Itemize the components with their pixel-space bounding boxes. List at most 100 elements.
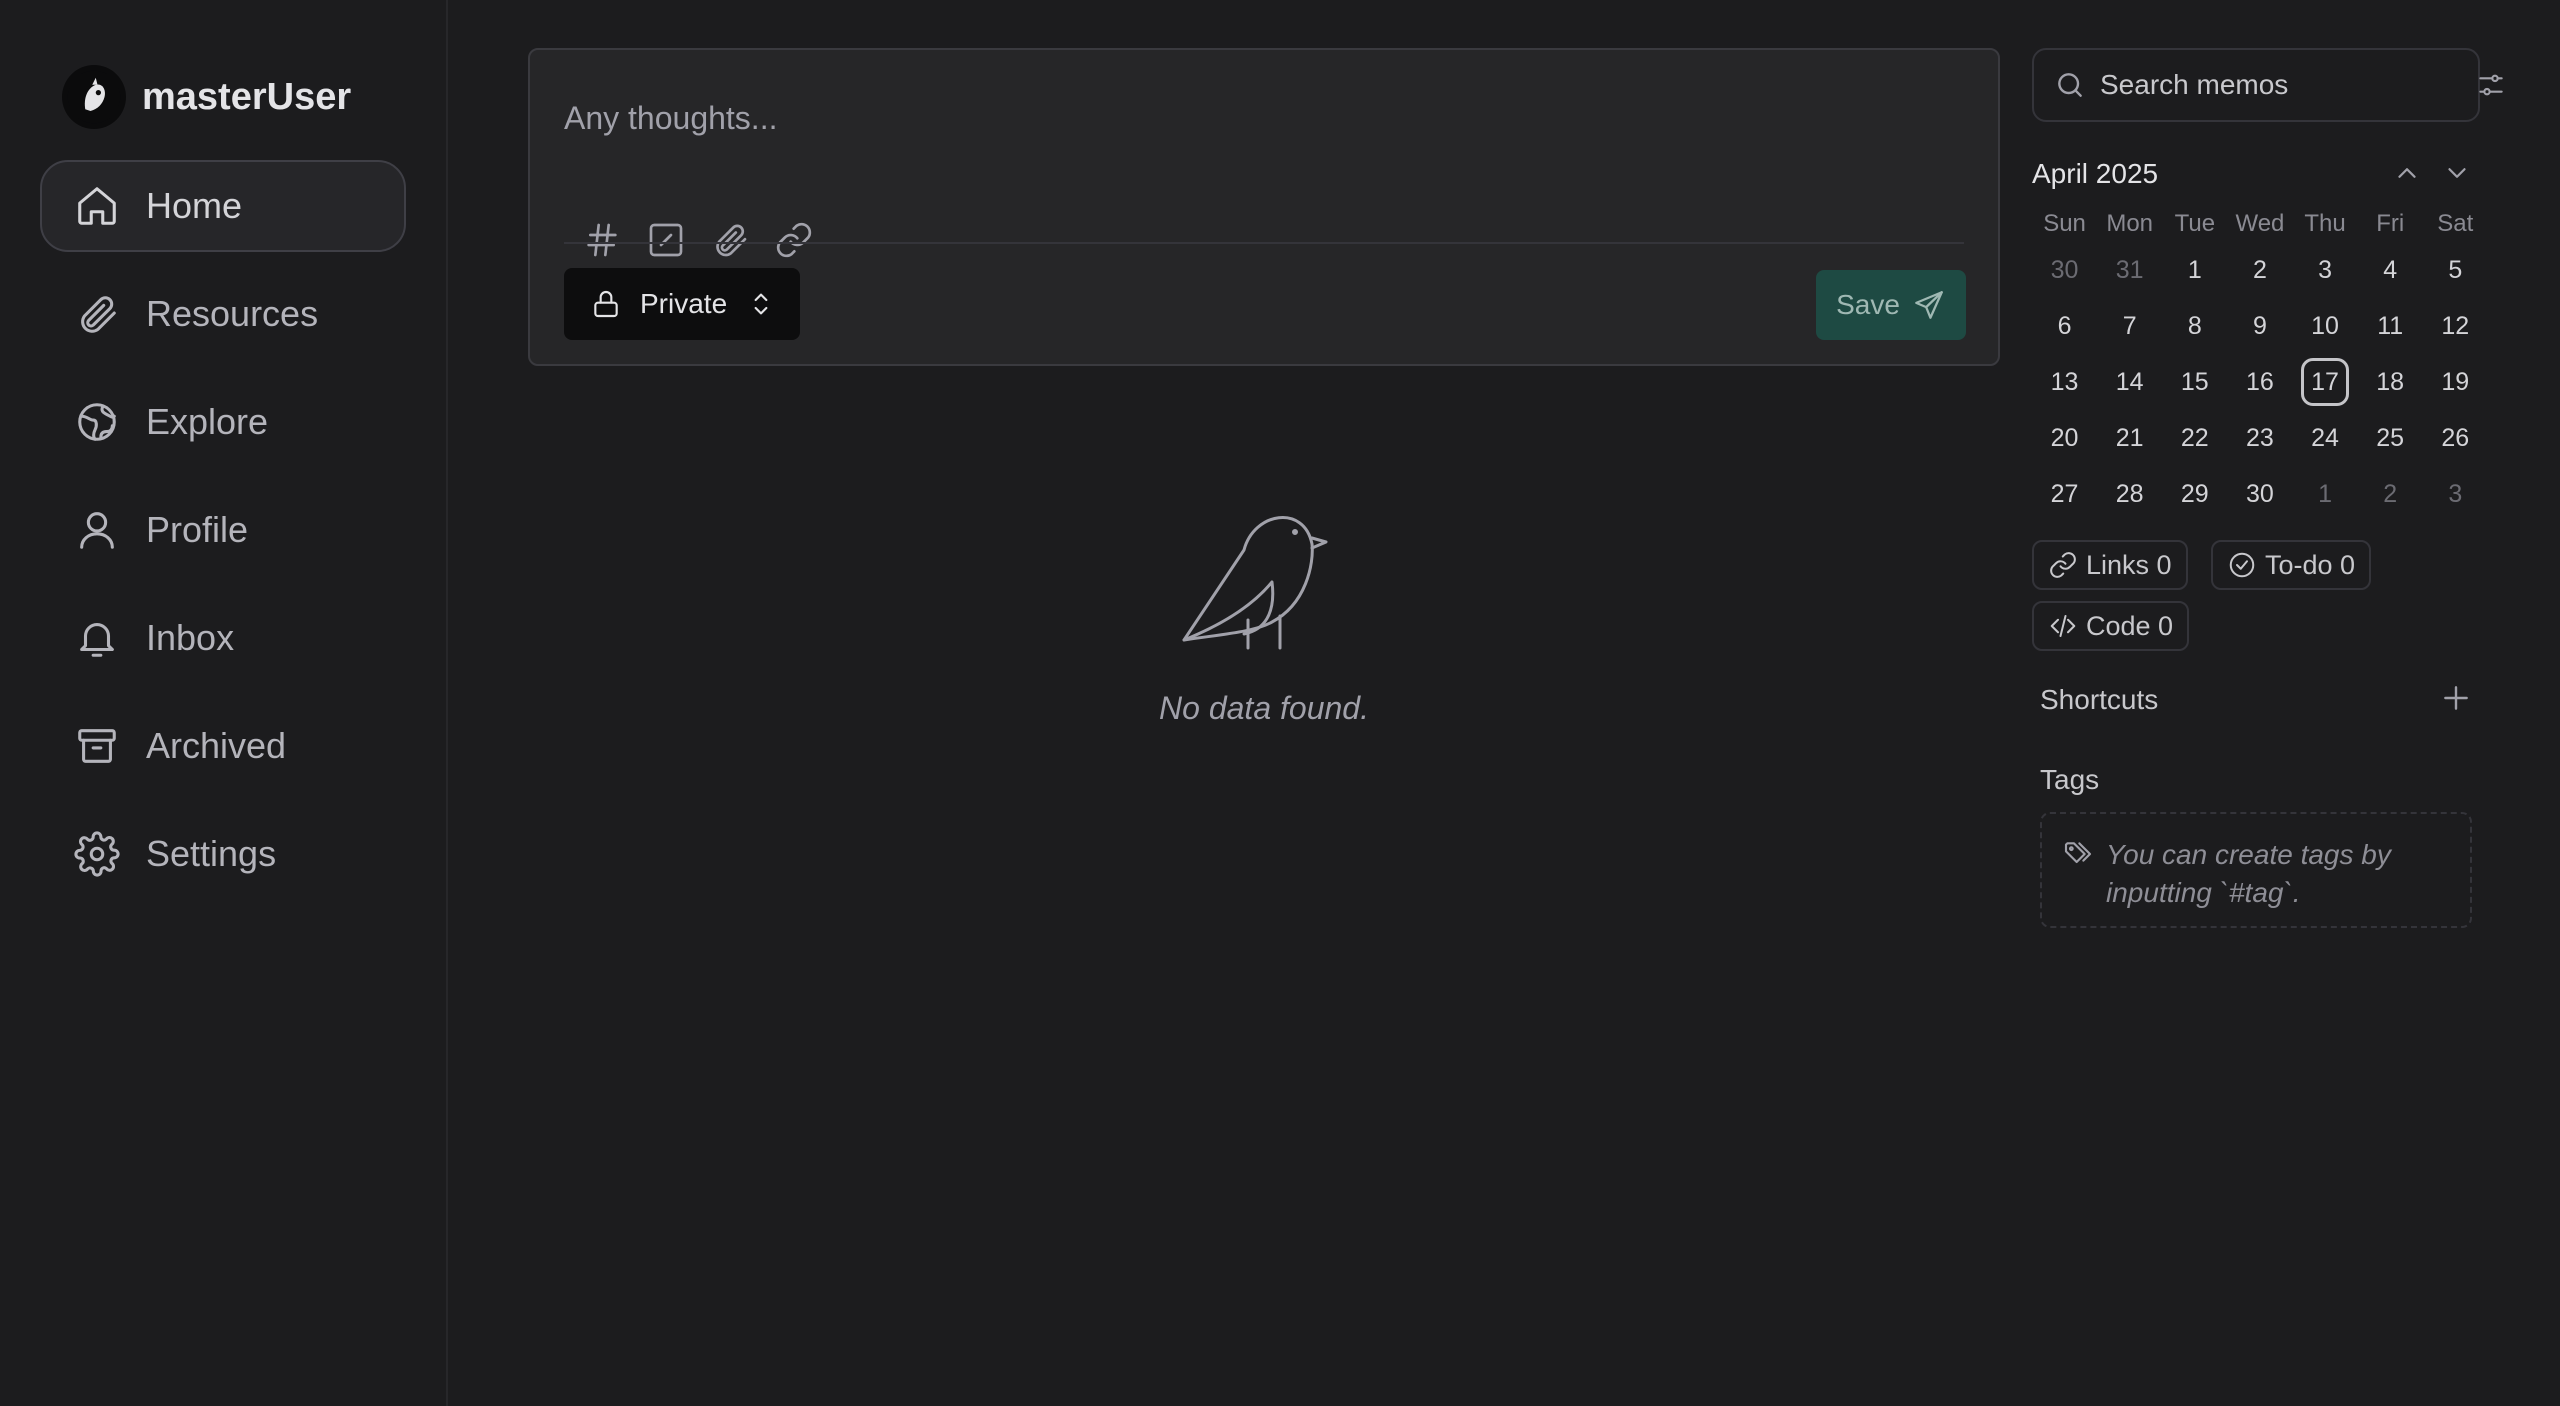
sidebar-item-inbox[interactable]: Inbox [40, 592, 406, 684]
code-stat-label: Code 0 [2086, 610, 2174, 641]
calendar-day[interactable]: 27 [2032, 466, 2097, 522]
calendar-day[interactable]: 31 [2097, 242, 2162, 298]
sidebar-item-label: Archived [146, 725, 287, 766]
calendar-day-label: 16 [2246, 367, 2274, 396]
calendar-day-label: 19 [2441, 367, 2470, 396]
search-input[interactable] [2100, 69, 2461, 101]
todo-stat[interactable]: To-do 0 [2211, 540, 2372, 590]
calendar-day-label: 3 [2448, 479, 2463, 508]
calendar-day[interactable]: 20 [2032, 410, 2097, 466]
calendar-day[interactable]: 30 [2032, 242, 2097, 298]
paperclip-icon[interactable] [708, 218, 752, 262]
bird-logo-icon [67, 70, 121, 124]
calendar-day[interactable]: 15 [2162, 354, 2227, 410]
link-icon[interactable] [772, 218, 816, 262]
calendar-day[interactable]: 5 [2423, 242, 2488, 298]
calendar-day[interactable]: 18 [2358, 354, 2423, 410]
code-icon [2050, 615, 2076, 637]
calendar-days: 30 31 1 2 3 4 5 6 7 8 9 10 11 12 13 14 15 16 17 18 19 20 21 22 2… [2032, 242, 2488, 522]
calendar-day-label: 23 [2246, 423, 2274, 452]
weekday-label: Sat [2437, 210, 2474, 237]
editor-toolbar [580, 218, 816, 262]
calendar-day[interactable]: 3 [2293, 242, 2358, 298]
chevron-down-icon[interactable] [2440, 156, 2474, 190]
calendar-week: 20 21 22 23 24 25 26 [2032, 410, 2488, 466]
filter-icon[interactable] [2475, 69, 2507, 101]
weekday-label: Tue [2174, 210, 2216, 237]
sidebar-item-label: Inbox [146, 617, 235, 658]
add-shortcut-button[interactable] [2438, 680, 2474, 716]
sidebar-item-label: Explore [146, 401, 269, 442]
visibility-select[interactable]: Private [564, 268, 800, 340]
sidebar: masterUser Home Resources Explore Profil… [0, 0, 448, 1406]
calendar-day[interactable]: 28 [2097, 466, 2162, 522]
calendar-day[interactable]: 26 [2423, 410, 2488, 466]
sidebar-item-resources[interactable]: Resources [40, 268, 406, 360]
calendar-day[interactable]: 29 [2162, 466, 2227, 522]
calendar-day-label: 12 [2441, 311, 2470, 340]
calendar-day[interactable]: 3 [2423, 466, 2488, 522]
calendar-day-label: 30 [2050, 255, 2079, 284]
calendar-day[interactable]: 24 [2293, 410, 2358, 466]
calendar-day[interactable]: 1 [2162, 242, 2227, 298]
weekday-label: Sun [2043, 210, 2086, 237]
hash-icon[interactable] [580, 218, 624, 262]
user-icon [80, 512, 114, 549]
calendar-day[interactable]: 25 [2358, 410, 2423, 466]
calendar-day[interactable]: 1 [2293, 466, 2358, 522]
check-circle-icon [2229, 552, 2255, 578]
calendar-day-label: 22 [2180, 423, 2209, 452]
calendar-grid: Sun Mon Tue Wed Thu Fri Sat 30 31 1 2 3 4 5 6 7 8 9 10 11 1… [2032, 206, 2488, 522]
sidebar-item-label: Settings [146, 833, 277, 874]
chevron-up-icon[interactable] [2390, 156, 2424, 190]
save-button[interactable]: Save [1816, 270, 1966, 340]
calendar-day-label: 30 [2246, 479, 2274, 508]
checkbox-icon[interactable] [644, 218, 688, 262]
calendar-day[interactable]: 8 [2162, 298, 2227, 354]
calendar-day[interactable]: 4 [2358, 242, 2423, 298]
calendar-day-today[interactable]: 17 [2293, 354, 2358, 410]
calendar-day[interactable]: 23 [2227, 410, 2292, 466]
calendar-day-label: 27 [2050, 479, 2079, 508]
save-label: Save [1836, 289, 1900, 320]
calendar-day-label: 18 [2376, 367, 2405, 396]
sidebar-nav: Home Resources Explore Profile Inbox Arc… [40, 160, 406, 916]
calendar-day[interactable]: 21 [2097, 410, 2162, 466]
calendar-day-label: 2 [2252, 255, 2267, 284]
calendar-day[interactable]: 7 [2097, 298, 2162, 354]
sidebar-item-profile[interactable]: Profile [40, 484, 406, 576]
calendar-week: 6 7 8 9 10 11 12 [2032, 298, 2488, 354]
tags-empty-box: You can create tags by inputting `#tag`. [2040, 812, 2472, 928]
calendar-title: April 2025 [2032, 158, 2159, 189]
calendar-day[interactable]: 2 [2227, 242, 2292, 298]
calendar-day[interactable]: 14 [2097, 354, 2162, 410]
calendar-day[interactable]: 22 [2162, 410, 2227, 466]
calendar-day-label: 20 [2050, 423, 2079, 452]
sidebar-item-explore[interactable]: Explore [40, 376, 406, 468]
sidebar-item-settings[interactable]: Settings [40, 808, 406, 900]
calendar-day-label: 10 [2311, 311, 2339, 340]
bell-icon [80, 623, 114, 657]
memo-input[interactable] [564, 100, 1964, 137]
calendar-day[interactable]: 2 [2358, 466, 2423, 522]
code-stat[interactable]: Code 0 [2032, 601, 2190, 651]
calendar-day[interactable]: 9 [2227, 298, 2292, 354]
calendar-week: 13 14 15 16 17 18 19 [2032, 354, 2488, 410]
calendar-week: 30 31 1 2 3 4 5 [2032, 242, 2488, 298]
calendar-day[interactable]: 11 [2358, 298, 2423, 354]
links-stat[interactable]: Links 0 [2032, 540, 2188, 590]
calendar-day[interactable]: 30 [2227, 466, 2292, 522]
lock-icon [594, 291, 618, 318]
calendar-day-label: 26 [2441, 423, 2470, 452]
sidebar-item-home[interactable]: Home [40, 160, 406, 252]
calendar-day[interactable]: 13 [2032, 354, 2097, 410]
calendar-day[interactable]: 19 [2423, 354, 2488, 410]
sidebar-item-archived[interactable]: Archived [40, 700, 406, 792]
home-icon [78, 187, 116, 225]
calendar-day[interactable]: 12 [2423, 298, 2488, 354]
calendar-day[interactable]: 6 [2032, 298, 2097, 354]
calendar-day[interactable]: 10 [2293, 298, 2358, 354]
calendar-day[interactable]: 16 [2227, 354, 2292, 410]
user-menu[interactable]: masterUser [62, 62, 351, 132]
weekday-label: Mon [2106, 210, 2154, 237]
